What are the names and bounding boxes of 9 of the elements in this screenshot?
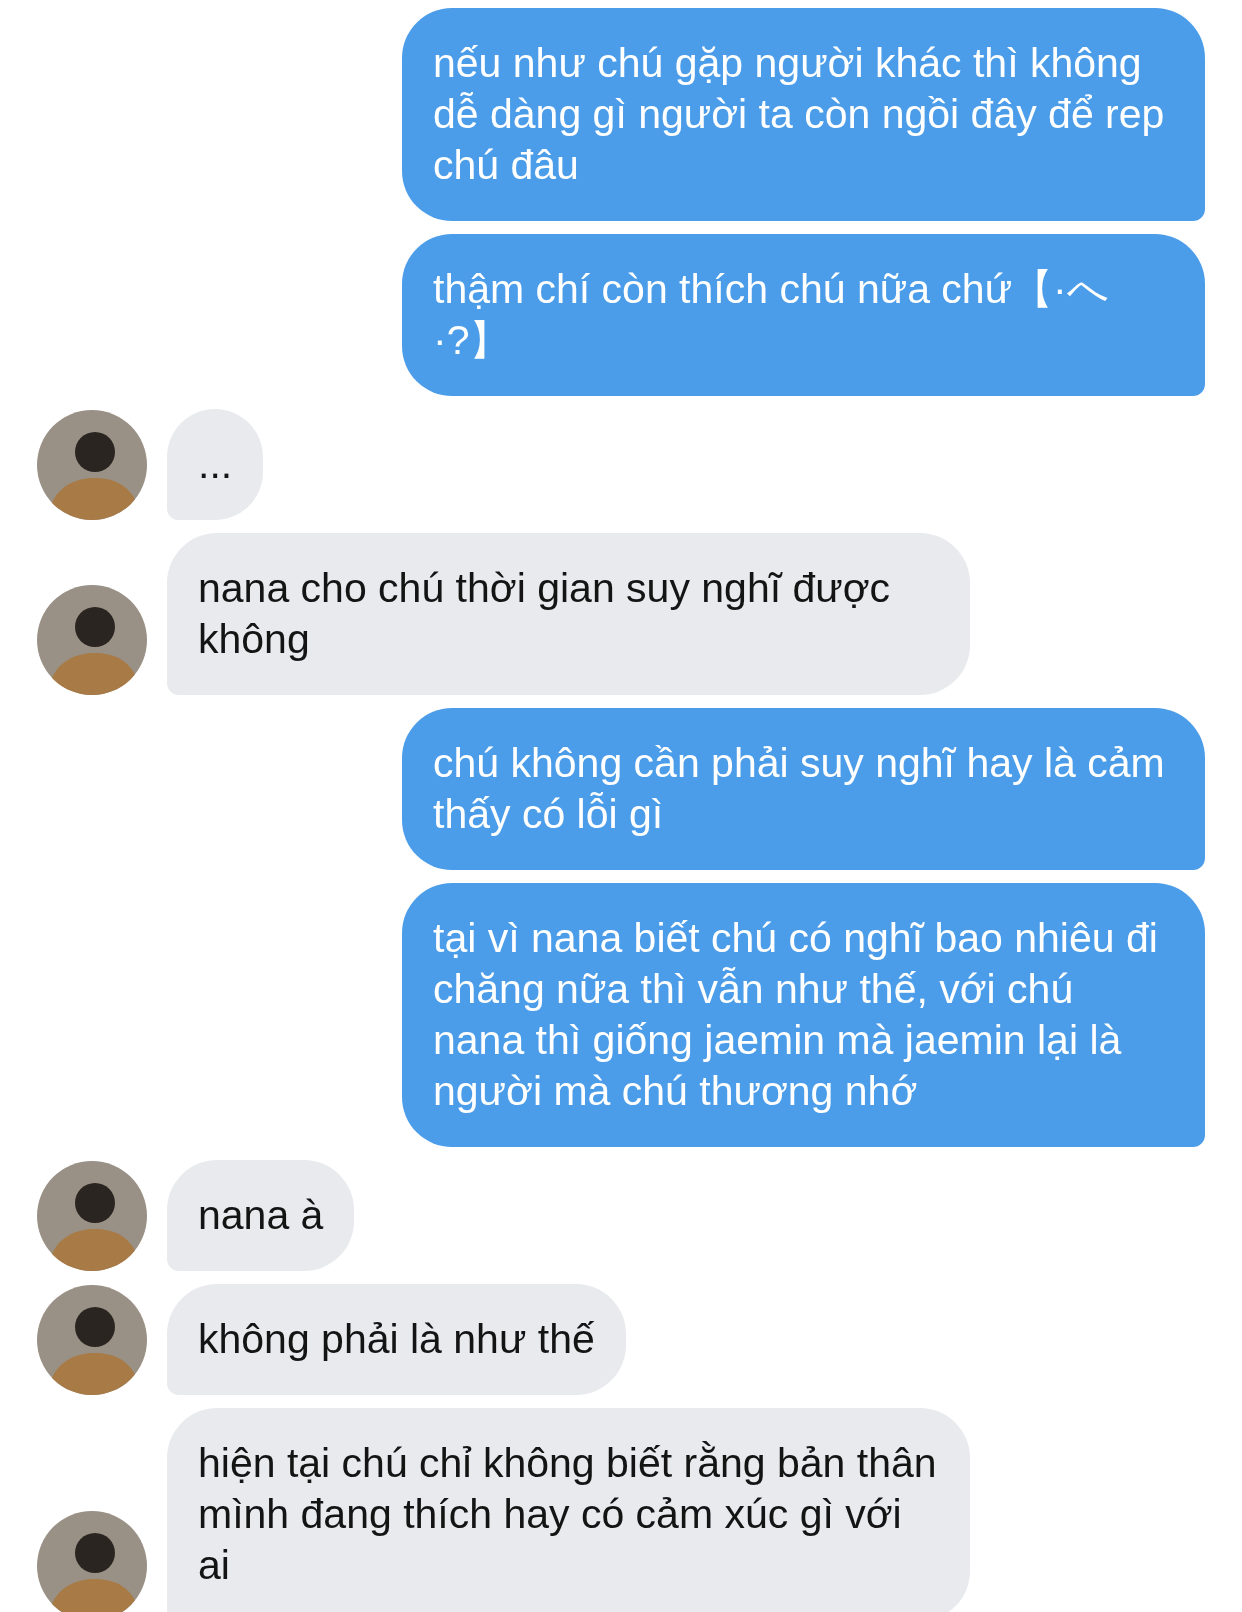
received-message-bubble: nana à	[167, 1160, 355, 1271]
sent-message-bubble: tại vì nana biết chú có nghĩ bao nhiêu đi chăng nữa thì vẫn như thế, với chú nana thì giống jaemin mà jaemin lại là người mà chú thương nhớ	[402, 883, 1205, 1147]
received-message-bubble: ...	[167, 409, 264, 520]
sent-message-bubble: thậm chí còn thích chú nữa chứ【·へ·?】	[402, 234, 1205, 396]
sent-message-bubble: nếu như chú gặp người khác thì không dễ dàng gì người ta còn ngồi đây để rep chú đâu	[402, 8, 1205, 221]
sent-message-bubble: chú không cần phải suy nghĩ hay là cảm thấy có lỗi gì	[402, 708, 1205, 870]
received-message-bubble: không phải là như thế	[167, 1284, 626, 1395]
received-message-bubble: hiện tại chú chỉ không biết rằng bản thân mình đang thích hay có cảm xúc gì với ai	[167, 1408, 970, 1612]
received-message-bubble: nana cho chú thời gian suy nghĩ được không	[167, 533, 970, 695]
